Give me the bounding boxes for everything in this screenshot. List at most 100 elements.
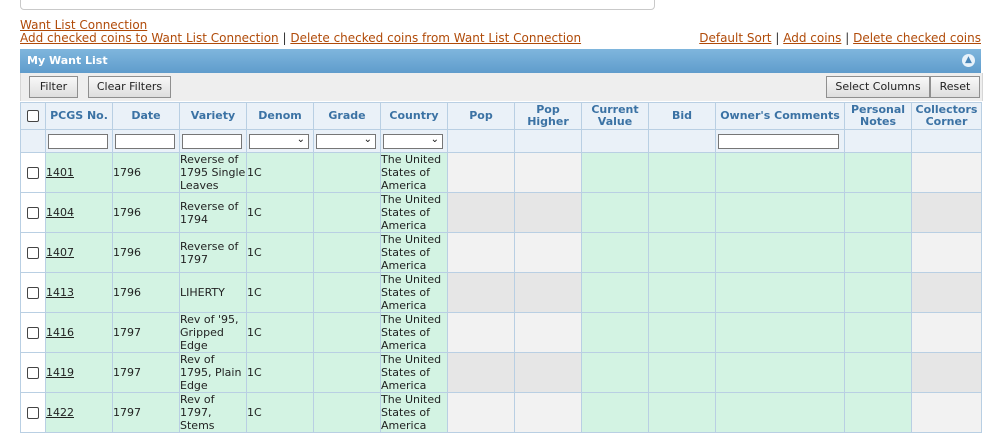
grade-cell	[313, 392, 381, 433]
table-body: 1401 1796 Reverse of 1795 Single Leaves 1C T…	[20, 152, 982, 433]
pop-cell	[447, 392, 515, 433]
row-checkbox[interactable]	[27, 247, 39, 259]
variety-cell: Rev of '95, Gripped Edge	[179, 312, 247, 353]
bid-cell	[648, 272, 716, 313]
column-header-denom[interactable]: Denom	[246, 102, 314, 130]
personal-notes-cell	[844, 392, 912, 433]
row-select-cell	[20, 312, 46, 353]
collectors-corner-cell	[911, 392, 982, 433]
grade-cell	[313, 352, 381, 393]
delete-checked-coins-link[interactable]: Delete checked coins	[853, 31, 981, 45]
want-list-connection-row: Want List Connection	[20, 18, 147, 32]
current-value-cell	[581, 152, 649, 193]
select-all-checkbox[interactable]	[27, 110, 39, 122]
date-cell: 1797	[112, 392, 180, 433]
want-list-table: PCGS No. Date Variety Denom Grade Countr…	[20, 102, 982, 433]
denom-filter-select[interactable]: ⌄	[249, 133, 309, 149]
grade-filter-select[interactable]: ⌄	[316, 133, 376, 149]
table-row: 1404 1796 Reverse of 1794 1C The United Stat…	[20, 192, 982, 233]
pcgs-no-link[interactable]: 1401	[47, 166, 75, 179]
want-list-connection-link[interactable]: Want List Connection	[20, 18, 147, 32]
row-checkbox[interactable]	[27, 167, 39, 179]
column-header-current-value[interactable]: Current Value	[581, 102, 649, 130]
row-select-cell	[20, 272, 46, 313]
table-row: 1422 1797 Rev of 1797, Stems 1C The United S…	[20, 392, 982, 433]
column-header-pcgs-no[interactable]: PCGS No.	[45, 102, 113, 130]
pop-higher-cell	[514, 152, 582, 193]
owners-comments-cell	[715, 152, 845, 193]
add-checked-to-connection-link[interactable]: Add checked coins to Want List Connectio…	[20, 31, 279, 45]
pop-cell	[447, 352, 515, 393]
owners-comments-filter-input[interactable]	[718, 133, 839, 149]
variety-filter-input[interactable]	[182, 133, 242, 149]
collectors-corner-cell	[911, 232, 982, 273]
delete-checked-from-connection-link[interactable]: Delete checked coins from Want List Conn…	[290, 31, 581, 45]
pop-higher-cell	[514, 232, 582, 273]
column-header-grade[interactable]: Grade	[313, 102, 381, 130]
personal-notes-cell	[844, 312, 912, 353]
row-checkbox[interactable]	[27, 407, 39, 419]
pcgs-no-link[interactable]: 1407	[47, 246, 75, 259]
country-cell: The United States of America	[380, 312, 448, 353]
column-header-country[interactable]: Country	[380, 102, 448, 130]
table-row: 1401 1796 Reverse of 1795 Single Leaves 1C T…	[20, 152, 982, 193]
current-value-cell	[581, 312, 649, 353]
clear-filters-button[interactable]: Clear Filters	[88, 76, 171, 98]
pcgs-no-filter-input[interactable]	[48, 133, 108, 149]
grid-toolbar: Filter Clear Filters Select Columns Rese…	[20, 73, 983, 101]
pcgs-no-cell: 1404	[45, 192, 113, 233]
row-checkbox[interactable]	[27, 287, 39, 299]
personal-notes-cell	[844, 272, 912, 313]
current-value-cell	[581, 232, 649, 273]
add-coins-link[interactable]: Add coins	[783, 31, 841, 45]
country-cell: The United States of America	[380, 352, 448, 393]
column-header-pop[interactable]: Pop	[447, 102, 515, 130]
column-header-personal-notes[interactable]: Personal Notes	[844, 102, 912, 130]
grade-cell	[313, 312, 381, 353]
column-header-collectors-corner[interactable]: Collectors Corner	[911, 102, 982, 130]
country-filter-select[interactable]: ⌄	[383, 133, 443, 149]
table-row: 1407 1796 Reverse of 1797 1C The United Stat…	[20, 232, 982, 273]
row-checkbox[interactable]	[27, 207, 39, 219]
collectors-corner-cell	[911, 352, 982, 393]
select-columns-button[interactable]: Select Columns	[826, 76, 930, 98]
owners-comments-cell	[715, 272, 845, 313]
bid-cell	[648, 232, 716, 273]
column-header-bid[interactable]: Bid	[648, 102, 716, 130]
owners-comments-cell	[715, 232, 845, 273]
denom-cell: 1C	[246, 272, 314, 313]
row-checkbox[interactable]	[27, 327, 39, 339]
collapse-icon[interactable]: ▲	[962, 54, 975, 67]
filter-button[interactable]: Filter	[29, 76, 78, 98]
column-header-pop-higher[interactable]: Pop Higher	[514, 102, 582, 130]
pop-cell	[447, 312, 515, 353]
pop-cell	[447, 192, 515, 233]
column-header-date[interactable]: Date	[112, 102, 180, 130]
column-header-owners-comments[interactable]: Owner's Comments	[715, 102, 845, 130]
pcgs-no-link[interactable]: 1419	[47, 366, 75, 379]
variety-cell: Rev of 1797, Stems	[179, 392, 247, 433]
pcgs-no-link[interactable]: 1404	[47, 206, 75, 219]
personal-notes-cell	[844, 232, 912, 273]
pcgs-no-link[interactable]: 1422	[47, 406, 75, 419]
action-links-row: Add checked coins to Want List Connectio…	[20, 31, 981, 45]
variety-cell: Reverse of 1797	[179, 232, 247, 273]
grade-cell	[313, 272, 381, 313]
search-panel-box	[20, 0, 655, 10]
table-row: 1416 1797 Rev of '95, Gripped Edge 1C The Un…	[20, 312, 982, 353]
table-row: 1419 1797 Rev of 1795, Plain Edge 1C The Uni…	[20, 352, 982, 393]
reset-button[interactable]: Reset	[930, 76, 980, 98]
row-checkbox[interactable]	[27, 367, 39, 379]
row-select-cell	[20, 352, 46, 393]
pcgs-no-link[interactable]: 1416	[47, 326, 75, 339]
row-select-cell	[20, 192, 46, 233]
country-cell: The United States of America	[380, 152, 448, 193]
default-sort-link[interactable]: Default Sort	[699, 31, 771, 45]
column-header-variety[interactable]: Variety	[179, 102, 247, 130]
pop-higher-cell	[514, 352, 582, 393]
date-cell: 1796	[112, 192, 180, 233]
date-filter-input[interactable]	[115, 133, 175, 149]
owners-comments-cell	[715, 192, 845, 233]
pcgs-no-link[interactable]: 1413	[47, 286, 75, 299]
date-cell: 1797	[112, 312, 180, 353]
